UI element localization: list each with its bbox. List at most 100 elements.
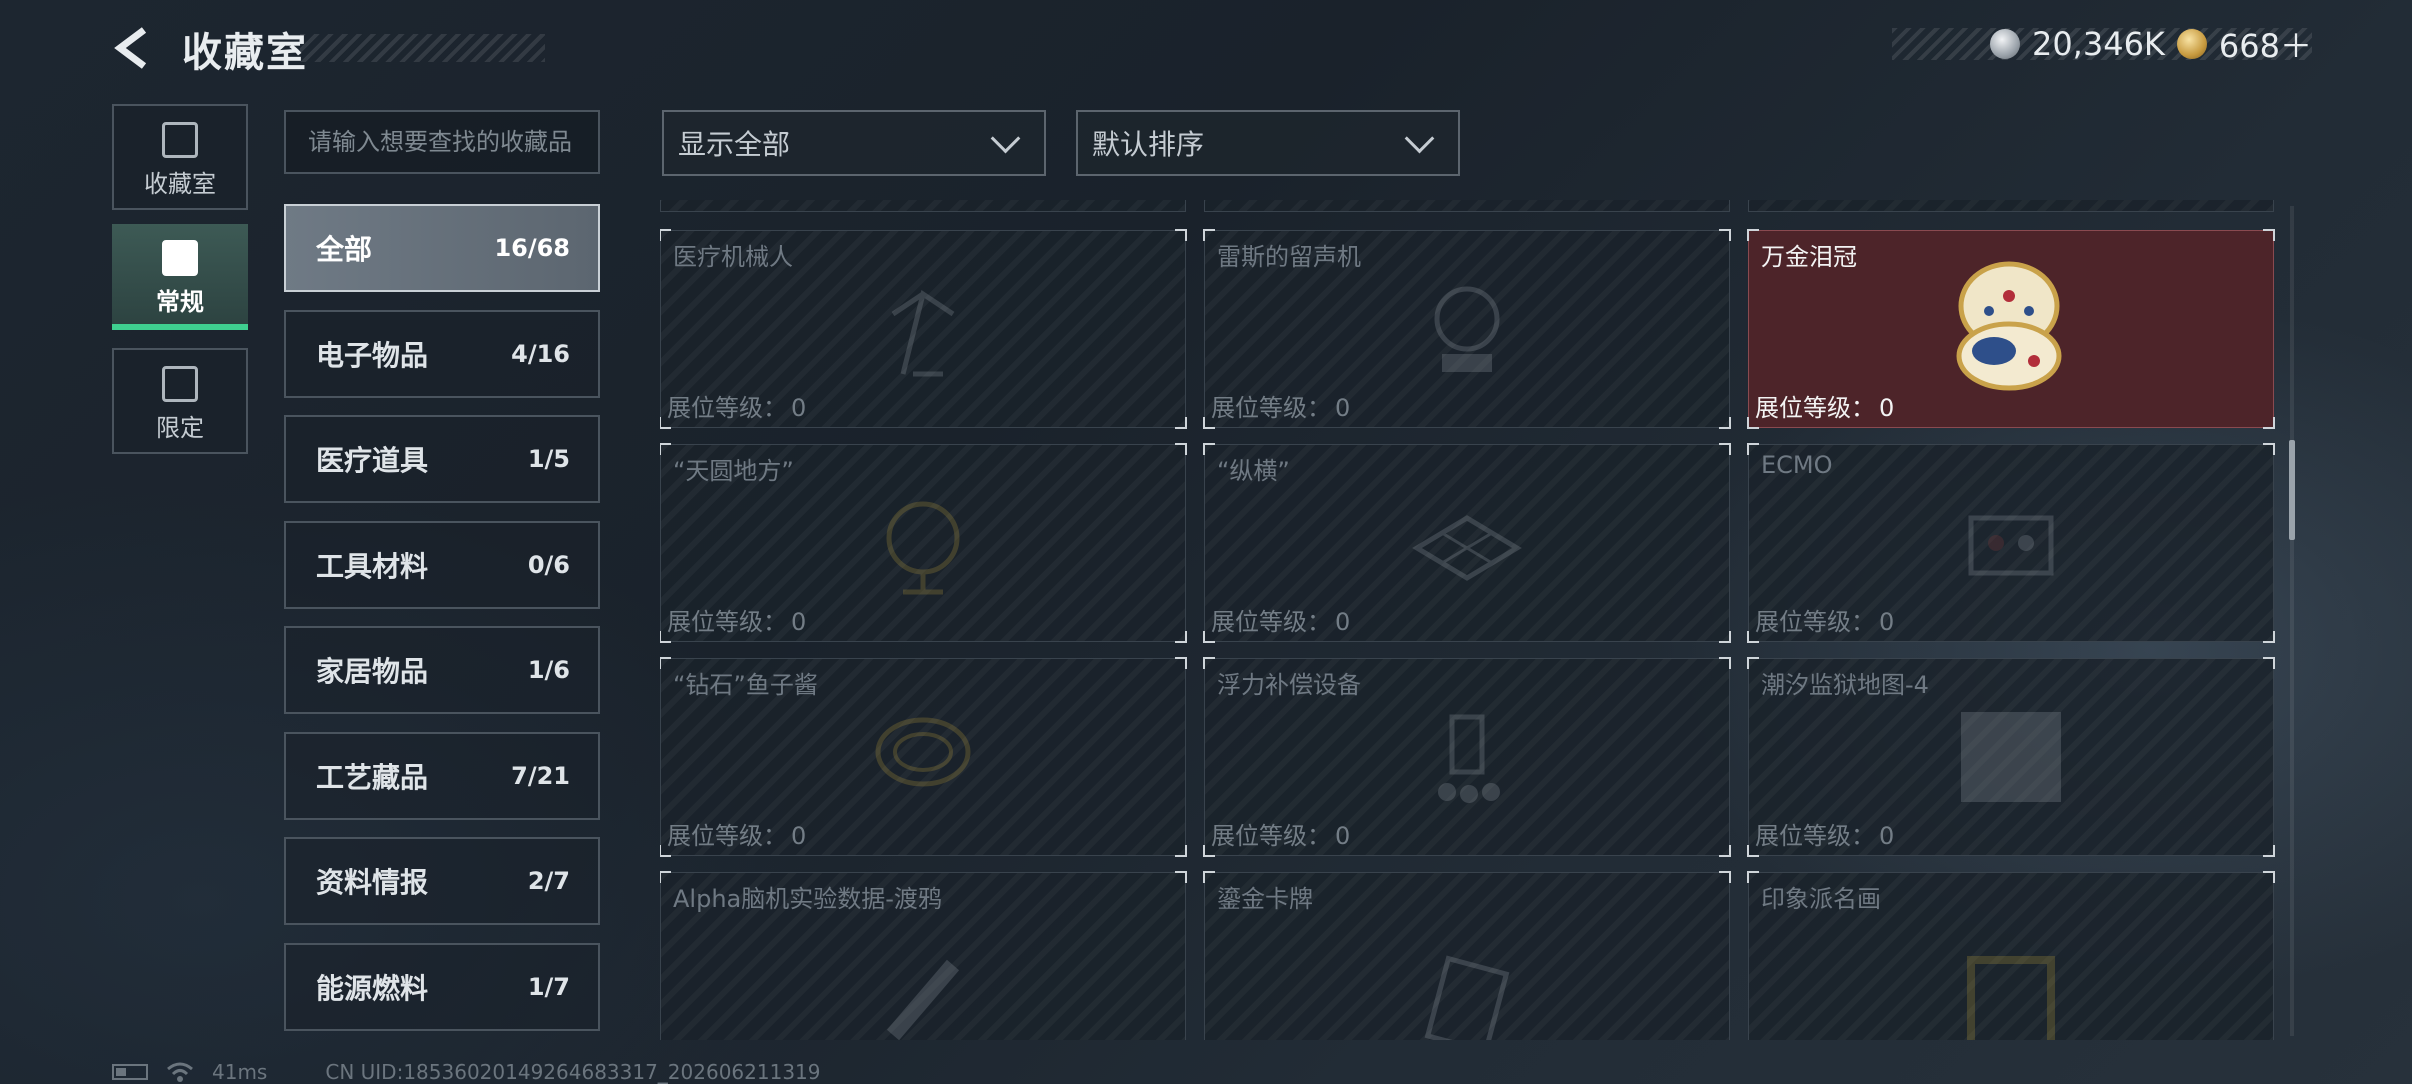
collection-room-icon	[162, 122, 198, 158]
collection-item-partial[interactable]	[1748, 200, 2274, 212]
left-nav-label: 限定	[156, 414, 204, 442]
item-level: 展位等级： 0	[1755, 608, 1895, 636]
category-count: 4/16	[511, 340, 570, 368]
collection-item-partial[interactable]	[660, 200, 1186, 212]
grid-scrollbar-track[interactable]	[2290, 206, 2294, 1036]
filter-dropdown-value: 显示全部	[678, 128, 791, 161]
collection-item-unlocked[interactable]: 万金泪冠 展位等级： 0	[1747, 229, 2275, 429]
item-level: 展位等级： 0	[1755, 822, 1895, 850]
category-name: 工艺藏品	[316, 761, 429, 794]
map-icon	[1961, 712, 2061, 802]
category-count: 16/68	[494, 234, 570, 262]
left-nav-label: 收藏室	[144, 170, 216, 198]
collection-item[interactable]: 鎏金卡牌	[1203, 871, 1731, 1040]
category-crafts[interactable]: 工艺藏品 7/21	[284, 732, 600, 820]
collection-grid: 医疗机械人 展位等级： 0 雷斯的留声机 展位等级： 0 万金泪冠 展位等级： 0 “…	[660, 200, 2278, 1040]
collection-item[interactable]: “纵横” 展位等级： 0	[1203, 443, 1731, 643]
battery-icon	[112, 1064, 148, 1080]
collection-item[interactable]: ECMO 展位等级： 0	[1747, 443, 2275, 643]
collection-item[interactable]: 印象派名画	[1747, 871, 2275, 1040]
grid-scrollbar-thumb[interactable]	[2289, 440, 2295, 540]
filter-dropdown[interactable]: 显示全部	[662, 110, 1046, 176]
page-title: 收藏室	[182, 30, 308, 76]
collection-item[interactable]: 雷斯的留声机 展位等级： 0	[1203, 229, 1731, 429]
item-name: ECMO	[1761, 451, 1833, 479]
phonograph-icon	[1434, 286, 1500, 372]
item-name: “钻石”鱼子酱	[673, 671, 818, 699]
category-electronics[interactable]: 电子物品 4/16	[284, 310, 600, 398]
item-name: 雷斯的留声机	[1217, 243, 1361, 271]
collection-item[interactable]: 浮力补偿设备 展位等级： 0	[1203, 657, 1731, 857]
jeweled-egg-icon	[1956, 261, 2062, 391]
caviar-tin-icon	[875, 717, 971, 787]
limited-icon	[162, 366, 198, 402]
item-name: “纵横”	[1217, 457, 1290, 485]
category-count: 1/5	[527, 445, 570, 473]
sort-dropdown[interactable]: 默认排序	[1076, 110, 1460, 176]
category-household[interactable]: 家居物品 1/6	[284, 626, 600, 714]
gilded-card-icon	[1424, 955, 1510, 1040]
category-name: 医疗道具	[316, 444, 429, 477]
wifi-icon	[167, 1062, 193, 1082]
category-tools[interactable]: 工具材料 0/6	[284, 521, 600, 609]
buoyancy-device-icon	[1438, 714, 1500, 803]
chevron-down-icon	[1404, 123, 1435, 153]
title-decoration	[300, 34, 545, 62]
item-level: 展位等级： 0	[667, 608, 807, 636]
category-medical[interactable]: 医疗道具 1/5	[284, 415, 600, 503]
item-name: 万金泪冠	[1761, 243, 1857, 271]
status-footer: 41ms CN UID:18536020149264683317_2026062…	[112, 1060, 821, 1084]
item-name: 潮汐监狱地图-4	[1761, 671, 1929, 699]
item-name: 浮力补偿设备	[1217, 671, 1361, 699]
left-nav-label: 常规	[156, 288, 204, 316]
item-level: 展位等级： 0	[1211, 394, 1351, 422]
category-name: 工具材料	[316, 550, 429, 583]
item-level: 展位等级： 0	[667, 394, 807, 422]
left-nav-limited[interactable]: 限定	[112, 348, 248, 454]
ping-value: 41ms	[212, 1060, 268, 1084]
globe-icon	[886, 501, 960, 595]
collection-item[interactable]: “钻石”鱼子酱 展位等级： 0	[660, 657, 1187, 857]
left-nav-collection-room[interactable]: 收藏室	[112, 104, 248, 210]
category-count: 0/6	[527, 551, 570, 579]
collection-item[interactable]: “天圆地方” 展位等级： 0	[660, 443, 1187, 643]
category-name: 资料情报	[316, 866, 429, 899]
medical-robot-icon	[891, 289, 955, 377]
search-input[interactable]	[284, 110, 600, 174]
silver-coin-amount: 20,346K	[2031, 25, 2165, 63]
category-count: 1/6	[527, 656, 570, 684]
collection-item[interactable]: Alpha脑机实验数据-渡鸦	[660, 871, 1187, 1040]
category-energy[interactable]: 能源燃料 1/7	[284, 943, 600, 1031]
collection-item-partial[interactable]	[1204, 200, 1730, 212]
painting-frame-icon	[1967, 956, 2055, 1040]
chessboard-icon	[1412, 515, 1522, 581]
category-intel[interactable]: 资料情报 2/7	[284, 837, 600, 925]
category-count: 2/7	[527, 867, 570, 895]
left-nav-regular[interactable]: 常规	[112, 224, 248, 330]
item-name: 印象派名画	[1761, 885, 1881, 913]
ecmo-machine-icon	[1968, 515, 2054, 576]
category-name: 全部	[316, 233, 373, 266]
currency-bar: 20,346K 668＋	[1892, 22, 2312, 66]
gold-coin-amount[interactable]: 668＋	[2219, 21, 2312, 67]
category-name: 家居物品	[316, 655, 429, 688]
sort-dropdown-value: 默认排序	[1092, 128, 1205, 161]
item-name: “天圆地方”	[673, 457, 794, 485]
chevron-down-icon	[990, 123, 1021, 153]
back-arrow-icon[interactable]	[112, 26, 156, 70]
category-count: 1/7	[527, 973, 570, 1001]
data-drive-icon	[886, 960, 960, 1040]
silver-coin-icon	[1989, 29, 2020, 59]
category-name: 电子物品	[316, 339, 429, 372]
item-level: 展位等级： 0	[667, 822, 807, 850]
category-count: 7/21	[511, 762, 570, 790]
collection-item[interactable]: 医疗机械人 展位等级： 0	[660, 229, 1187, 429]
item-name: 鎏金卡牌	[1217, 885, 1313, 913]
collection-item[interactable]: 潮汐监狱地图-4 展位等级： 0	[1747, 657, 2275, 857]
category-all[interactable]: 全部 16/68	[284, 204, 600, 292]
item-name: Alpha脑机实验数据-渡鸦	[673, 885, 942, 913]
item-level: 展位等级： 0	[1211, 608, 1351, 636]
item-name: 医疗机械人	[673, 243, 793, 271]
item-level: 展位等级： 0	[1755, 394, 1895, 422]
category-name: 能源燃料	[316, 972, 429, 1005]
